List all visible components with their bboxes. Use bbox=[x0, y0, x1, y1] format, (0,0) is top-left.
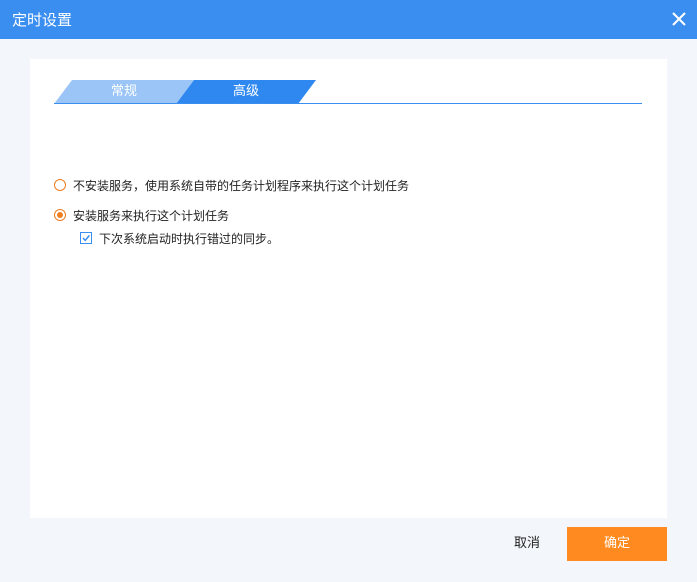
tab-underline bbox=[54, 103, 642, 104]
radio-install-service[interactable]: 安装服务来执行这个计划任务 bbox=[54, 206, 229, 224]
radio-no-service-label: 不安装服务，使用系统自带的任务计划程序来执行这个计划任务 bbox=[73, 178, 410, 193]
settings-panel: 常规 高级 不安装服务，使用系统自带的任务计划程序来执行这个计划任务 安装服务来… bbox=[30, 59, 667, 518]
tab-bar: 常规 高级 bbox=[54, 80, 642, 104]
ok-button[interactable]: 确定 bbox=[567, 527, 667, 561]
cancel-button[interactable]: 取消 bbox=[497, 527, 557, 561]
close-icon[interactable] bbox=[669, 9, 689, 29]
title-bar: 定时设置 bbox=[0, 0, 697, 39]
schedule-settings-dialog: 定时设置 常规 高级 不安装服务，使用系统自带的任务计划程序来执行这个计划任务 … bbox=[0, 0, 697, 582]
radio-no-service-icon[interactable] bbox=[54, 179, 66, 191]
tab-general-label: 常规 bbox=[110, 84, 137, 99]
radio-install-service-label: 安装服务来执行这个计划任务 bbox=[73, 208, 230, 223]
dialog-title: 定时设置 bbox=[12, 11, 73, 29]
tab-general[interactable]: 常规 bbox=[54, 80, 194, 104]
radio-install-service-icon[interactable] bbox=[54, 209, 66, 221]
checkbox-catch-up-icon[interactable] bbox=[80, 232, 92, 244]
tab-advanced-label: 高级 bbox=[232, 84, 259, 99]
radio-no-service[interactable]: 不安装服务，使用系统自带的任务计划程序来执行这个计划任务 bbox=[54, 176, 409, 194]
tab-advanced[interactable]: 高级 bbox=[176, 80, 316, 104]
checkbox-catch-up-label: 下次系统启动时执行错过的同步。 bbox=[99, 231, 280, 246]
checkbox-catch-up[interactable]: 下次系统启动时执行错过的同步。 bbox=[80, 229, 279, 247]
